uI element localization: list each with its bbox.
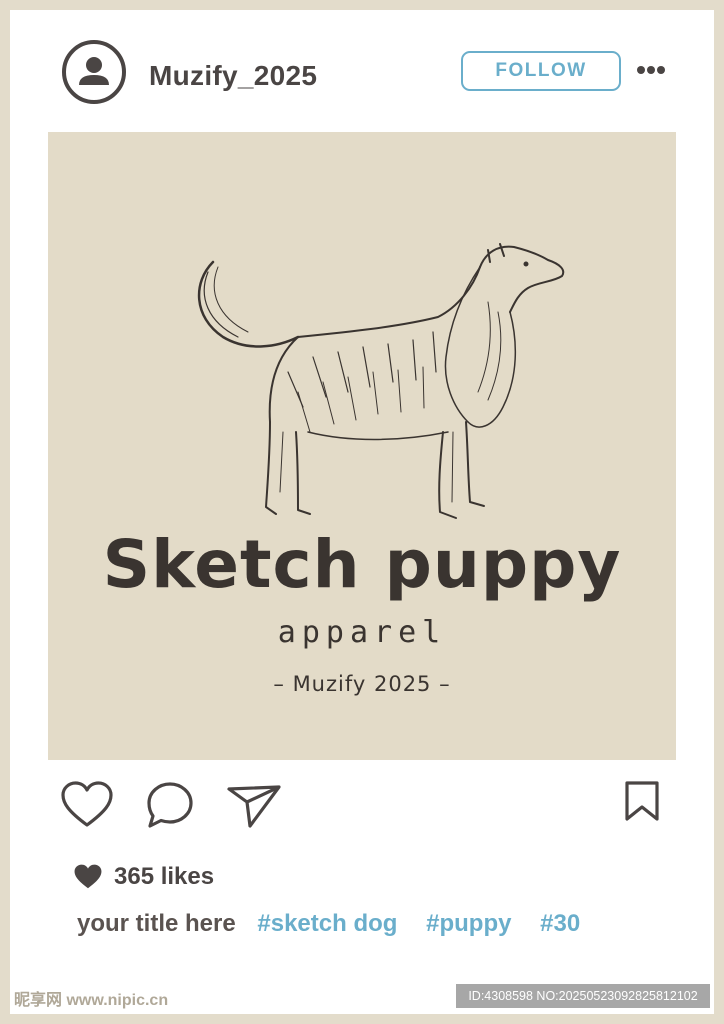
bookmark-icon [625, 781, 659, 821]
brand-subtitle: apparel [277, 615, 447, 650]
action-bar [10, 780, 714, 840]
hashtag-sketch-dog[interactable]: #sketch dog [257, 910, 397, 937]
avatar[interactable] [61, 39, 127, 105]
save-button[interactable] [624, 780, 660, 827]
post-card: Muzify_2025 FOLLOW Sketch puppy apparel … [10, 10, 714, 1014]
username[interactable]: Muzify_2025 [149, 60, 317, 92]
hashtag-puppy[interactable]: #puppy [426, 910, 511, 937]
site-watermark: 昵享网 www.nipic.cn [14, 992, 169, 1009]
paper-plane-icon [227, 785, 281, 828]
image-id-watermark: ID:4308598 NO:20250523092825812102 [456, 984, 710, 1008]
share-button[interactable] [226, 780, 282, 835]
likes-row: 365 likes [72, 862, 214, 892]
heart-outline-icon [61, 781, 113, 827]
brand-title: Sketch puppy [102, 526, 622, 603]
caption: your title here #sketch dog #puppy #30 [77, 910, 602, 938]
like-button[interactable] [60, 780, 114, 835]
more-options[interactable] [636, 62, 666, 78]
follow-button[interactable]: FOLLOW [461, 51, 621, 91]
hashtag-30[interactable]: #30 [540, 910, 580, 937]
more-dots-icon [637, 66, 665, 74]
brand-tagline: – Muzify 2025 – [273, 672, 451, 696]
comment-button[interactable] [145, 780, 195, 835]
post-header: Muzify_2025 FOLLOW [10, 10, 714, 130]
caption-title: your title here [77, 910, 236, 937]
heart-filled-icon [74, 864, 102, 889]
user-avatar-icon [62, 40, 126, 104]
dog-sketch-illustration [197, 243, 565, 519]
likes-count[interactable]: 365 likes [114, 863, 214, 891]
post-image[interactable]: Sketch puppy apparel – Muzify 2025 – [48, 132, 676, 760]
comment-bubble-icon [147, 782, 193, 828]
